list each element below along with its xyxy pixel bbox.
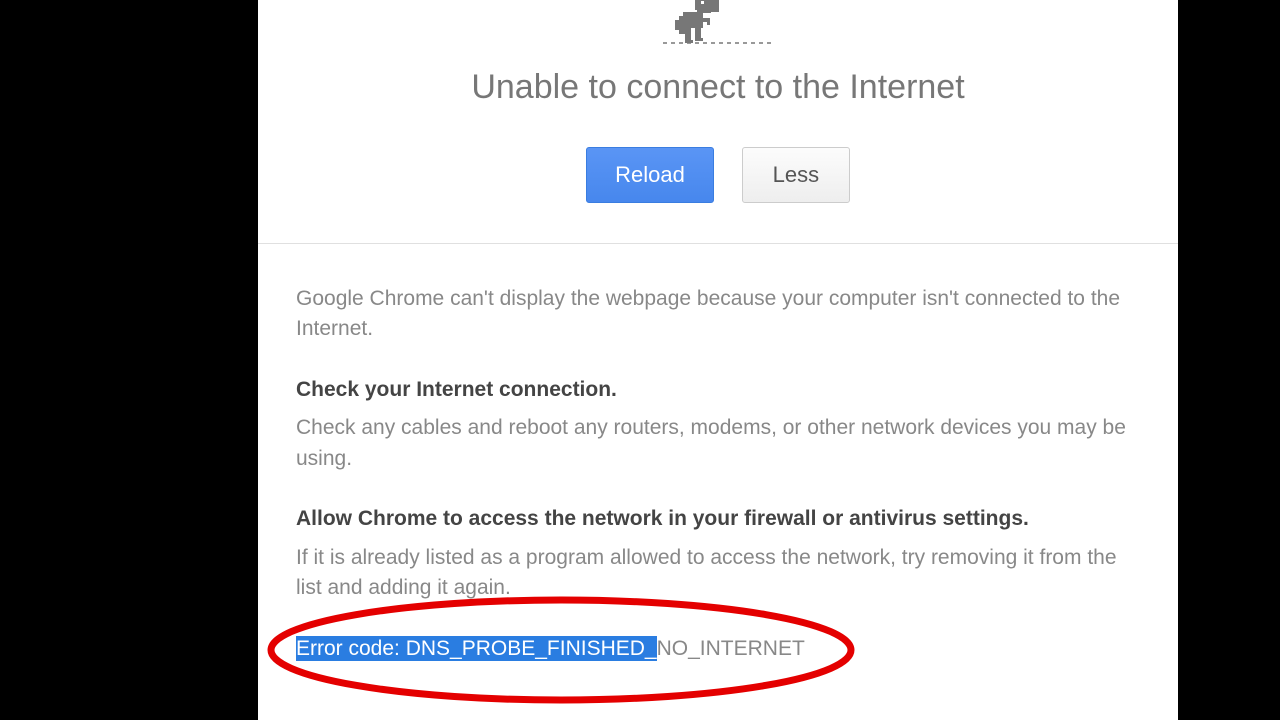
top-section: Unable to connect to the Internet Reload… bbox=[258, 0, 1178, 244]
less-button[interactable]: Less bbox=[742, 147, 850, 203]
error-code-selected: Error code: DNS_PROBE_FINISHED_ bbox=[296, 636, 657, 661]
error-heading: Unable to connect to the Internet bbox=[298, 68, 1138, 107]
section-body-1: If it is already listed as a program all… bbox=[296, 543, 1140, 604]
error-code-rest: NO_INTERNET bbox=[657, 637, 805, 660]
error-page: Unable to connect to the Internet Reload… bbox=[258, 0, 1178, 720]
reload-button[interactable]: Reload bbox=[586, 147, 714, 203]
button-row: Reload Less bbox=[298, 147, 1138, 203]
details-section: Google Chrome can't display the webpage … bbox=[258, 244, 1178, 664]
section-body-0: Check any cables and reboot any routers,… bbox=[296, 413, 1140, 474]
error-code-line: Error code: DNS_PROBE_FINISHED_NO_INTERN… bbox=[296, 634, 1140, 664]
error-description: Google Chrome can't display the webpage … bbox=[296, 284, 1140, 345]
section-title-1: Allow Chrome to access the network in yo… bbox=[296, 504, 1140, 534]
dino-icon bbox=[298, 0, 1138, 50]
section-title-0: Check your Internet connection. bbox=[296, 375, 1140, 405]
